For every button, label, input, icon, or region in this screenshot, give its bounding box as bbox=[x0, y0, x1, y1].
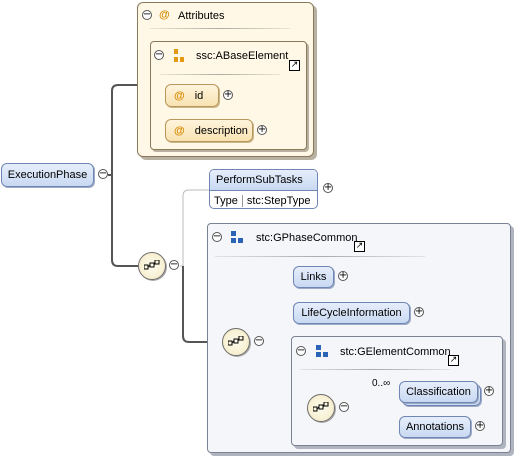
base-element-separator bbox=[160, 74, 280, 75]
perform-subtasks-label: PerformSubTasks bbox=[216, 174, 303, 186]
sequence-icon bbox=[313, 402, 329, 412]
expand-toggle-classification[interactable]: + bbox=[484, 386, 494, 396]
collapse-toggle-sequence-3[interactable]: − bbox=[339, 402, 349, 412]
expand-toggle-lifecycle-information[interactable]: + bbox=[414, 307, 424, 317]
links-label: Links bbox=[300, 271, 327, 283]
attributes-group-title: Attributes bbox=[178, 10, 225, 22]
base-element-label: ssc:ABaseElement bbox=[196, 50, 289, 62]
attribute-id-label: id bbox=[194, 89, 204, 102]
expand-toggle-perform-subtasks[interactable]: + bbox=[323, 183, 333, 193]
attribute-description[interactable]: @ description bbox=[165, 119, 253, 142]
collapse-toggle-sequence-1[interactable]: − bbox=[169, 260, 179, 270]
gphase-common-label: stc:GPhaseCommon bbox=[256, 232, 358, 244]
attribute-at-icon: @ bbox=[174, 89, 185, 102]
classification-label: Classification bbox=[406, 386, 471, 398]
expand-toggle-links[interactable]: + bbox=[338, 271, 348, 281]
annotations-label: Annotations bbox=[405, 421, 465, 433]
complex-type-icon bbox=[231, 231, 243, 243]
collapse-toggle-base-element[interactable]: − bbox=[154, 50, 164, 60]
type-value: stc:StepType bbox=[246, 194, 311, 207]
links-element[interactable]: Links bbox=[293, 266, 334, 288]
collapse-toggle-root[interactable]: − bbox=[98, 169, 108, 179]
sequence-icon bbox=[228, 336, 244, 346]
expand-toggle-id[interactable]: + bbox=[223, 90, 233, 100]
collapse-toggle-sequence-2[interactable]: − bbox=[254, 336, 264, 346]
collapse-toggle-gelement-common[interactable]: − bbox=[296, 346, 306, 356]
attribute-group-icon bbox=[174, 49, 184, 62]
perform-subtasks-element[interactable]: PerformSubTasks Type stc:StepType bbox=[209, 169, 318, 209]
type-key: Type bbox=[210, 194, 243, 207]
sequence-compositor-icon[interactable] bbox=[222, 328, 250, 356]
sequence-compositor-icon[interactable] bbox=[307, 394, 335, 422]
link-arrow-icon[interactable]: ↗ bbox=[354, 241, 365, 252]
expand-toggle-annotations[interactable]: + bbox=[475, 421, 485, 431]
link-arrow-icon[interactable]: ↗ bbox=[289, 60, 300, 71]
gphase-common-separator bbox=[215, 256, 425, 257]
lifecycle-information-label: LifeCycleInformation bbox=[301, 307, 402, 319]
collapse-toggle-attributes[interactable]: − bbox=[142, 10, 152, 20]
annotations-element[interactable]: Annotations bbox=[399, 416, 471, 438]
attribute-description-label: description bbox=[194, 124, 248, 137]
classification-element[interactable]: Classification bbox=[399, 381, 478, 403]
root-element[interactable]: ExecutionPhase bbox=[1, 163, 94, 187]
link-arrow-icon[interactable]: ↗ bbox=[448, 355, 459, 366]
gelement-common-label: stc:GElementCommon bbox=[340, 346, 451, 358]
expand-toggle-description[interactable]: + bbox=[257, 125, 267, 135]
cardinality-label: 0..∞ bbox=[372, 378, 391, 389]
attributes-separator bbox=[150, 28, 290, 29]
complex-type-icon bbox=[316, 345, 328, 357]
sequence-compositor-icon[interactable] bbox=[138, 252, 166, 280]
attributes-at-icon: @ bbox=[159, 9, 170, 21]
sequence-icon bbox=[144, 260, 160, 270]
attribute-at-icon: @ bbox=[174, 124, 185, 137]
gelement-common-separator bbox=[300, 369, 450, 370]
attribute-id[interactable]: @ id bbox=[165, 84, 219, 107]
lifecycle-information-element[interactable]: LifeCycleInformation bbox=[293, 302, 410, 324]
root-element-label: ExecutionPhase bbox=[7, 169, 88, 181]
collapse-toggle-gphase-common[interactable]: − bbox=[212, 232, 222, 242]
